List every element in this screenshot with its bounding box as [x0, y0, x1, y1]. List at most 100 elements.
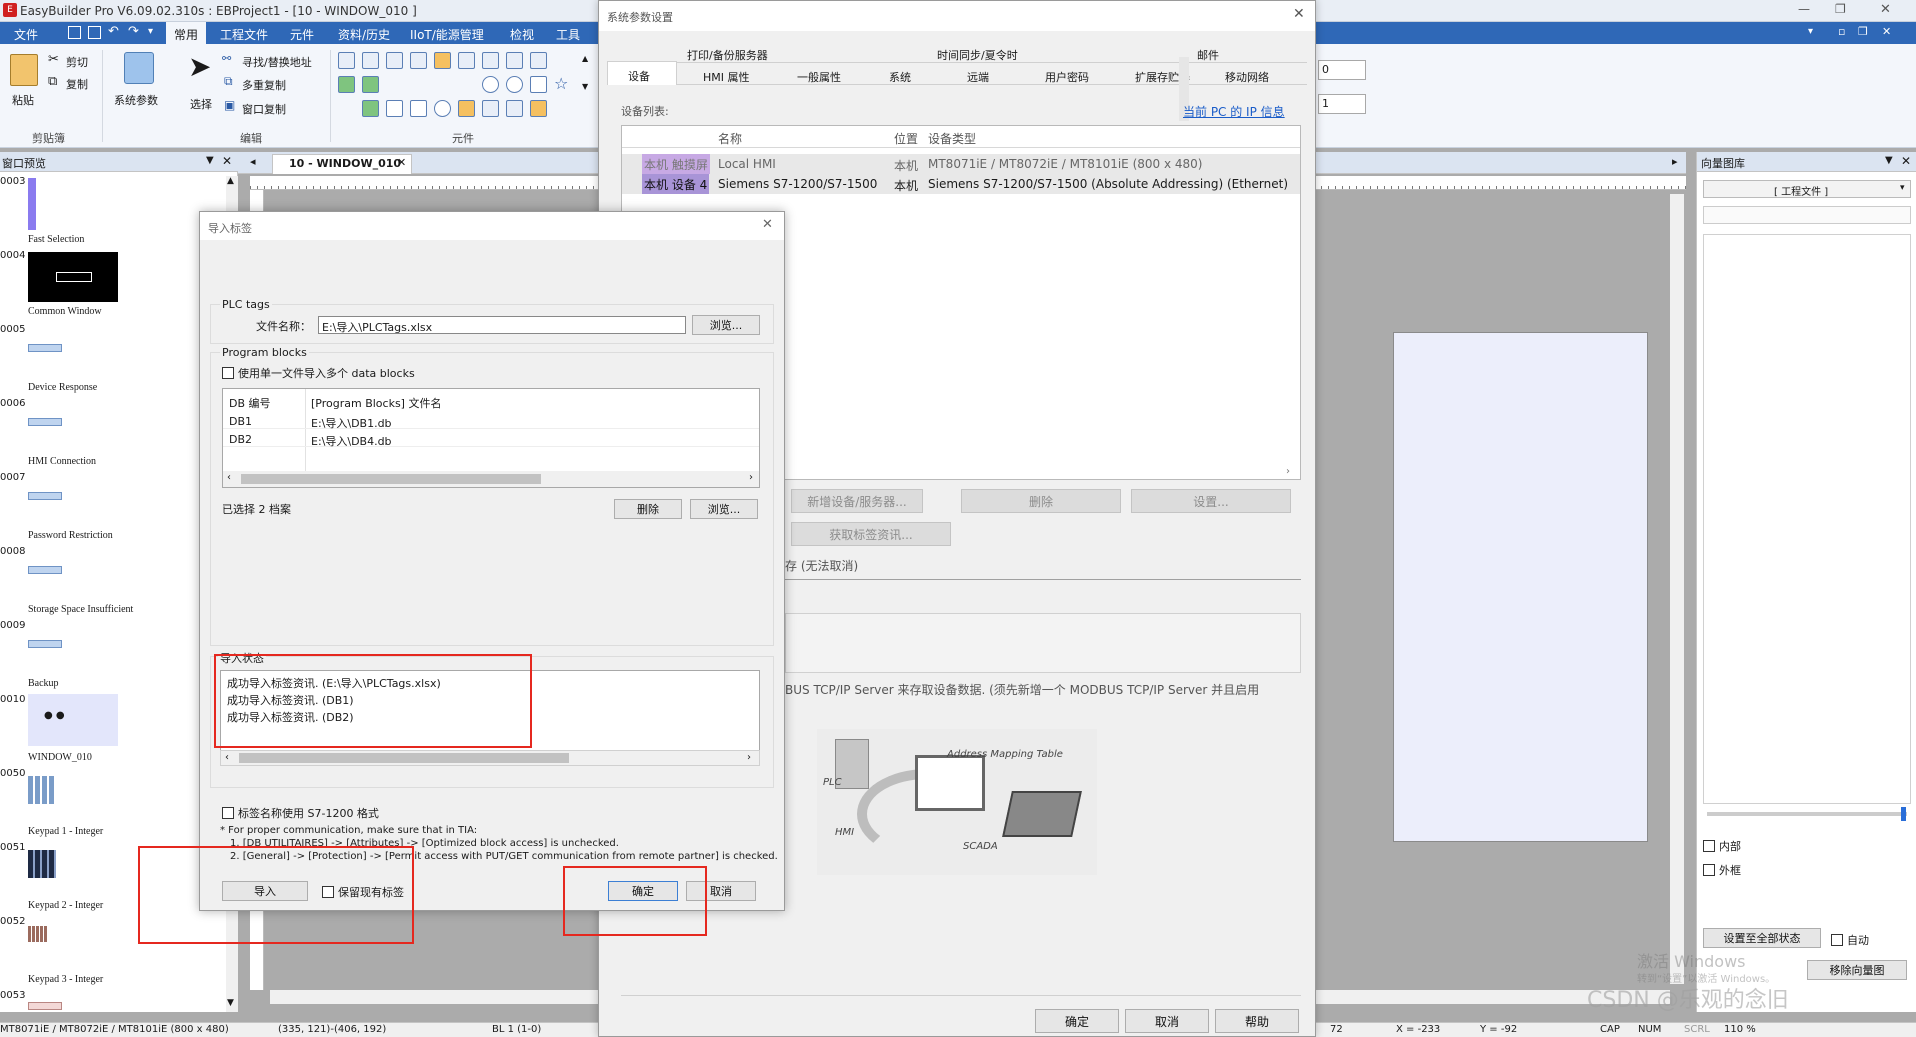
polyline-icon[interactable] [410, 76, 427, 93]
column-location[interactable]: 位置 [894, 130, 918, 147]
quick-access-dropdown-icon[interactable]: ▾ [148, 26, 153, 37]
numeric-keypad-icon[interactable] [506, 100, 523, 117]
remove-vector-button[interactable]: 移除向量图 [1807, 960, 1907, 980]
tab-close-icon[interactable]: ✕ [397, 156, 406, 169]
outer-checkbox[interactable]: 外框 [1703, 862, 1741, 878]
restore-button[interactable]: ❐ [1835, 2, 1855, 18]
menu-tools[interactable]: 工具 [556, 26, 580, 43]
editor-canvas-window[interactable] [1393, 332, 1648, 842]
library-source-dropdown[interactable]: [ 工程文件 ] ▾ [1703, 180, 1911, 198]
preview-item[interactable]: 0003 Fast Selection [0, 176, 222, 248]
s7-1200-format-checkbox-box[interactable] [222, 807, 234, 819]
menu-data-history[interactable]: 资料/历史 [338, 26, 390, 43]
option-list-icon[interactable] [482, 52, 499, 69]
tab-print-backup-server[interactable]: 打印/备份服务器 [687, 47, 768, 63]
preview-item[interactable]: 0007 Password Restriction [0, 472, 222, 544]
find-replace-label[interactable]: 寻找/替换地址 [242, 54, 312, 70]
library-zoom-slider[interactable] [1707, 807, 1907, 821]
property-spin-2[interactable]: 1 [1318, 94, 1366, 114]
tab-time-sync[interactable]: 时间同步/夏令时 [937, 47, 1018, 63]
picture-icon[interactable] [362, 100, 379, 117]
scroll-thumb[interactable] [239, 753, 569, 763]
undo-icon[interactable]: ↶ [108, 24, 119, 39]
frame-icon[interactable] [386, 100, 403, 117]
browse-plc-tags-button[interactable]: 浏览... [692, 315, 760, 335]
tab-mail[interactable]: 邮件 [1197, 47, 1219, 63]
panel-close-icon[interactable]: ✕ [1901, 154, 1911, 168]
property-spin-2-value[interactable]: 1 [1322, 97, 1329, 110]
tab-device[interactable]: 设备 [607, 61, 677, 85]
preview-item[interactable]: 0009 Backup [0, 620, 222, 692]
scroll-down-icon[interactable]: ▼ [227, 998, 234, 1008]
set-word-icon[interactable] [410, 52, 427, 69]
panel-dropdown-icon[interactable]: ▼ [1885, 155, 1893, 166]
filename-field[interactable]: E:\导入\PLCTags.xlsx [318, 316, 686, 334]
auto-checkbox-box[interactable] [1831, 934, 1843, 946]
paste-label[interactable]: 粘贴 [12, 92, 34, 108]
property-spin-1[interactable]: 0 [1318, 60, 1366, 80]
multi-copy-label[interactable]: 多重复制 [242, 77, 286, 93]
set-bit-icon[interactable] [386, 52, 403, 69]
minimize-button[interactable]: — [1798, 2, 1818, 18]
tab-scroll-right-icon[interactable]: ▸ [1672, 155, 1678, 168]
table-row[interactable]: DB2 E:\导入\DB4.db [223, 431, 759, 448]
sysdlg-ok-button[interactable]: 确定 [1035, 1009, 1119, 1033]
meter-icon[interactable] [458, 100, 475, 117]
preview-item[interactable]: 0004 Common Window [0, 250, 222, 322]
db-table-hscrollbar[interactable]: ‹ › [223, 471, 759, 487]
cut-label[interactable]: 剪切 [66, 54, 88, 70]
toggle-switch-icon[interactable] [434, 52, 451, 69]
ascii-icon[interactable] [362, 76, 379, 93]
table-scroll-right-icon[interactable]: › [1286, 466, 1290, 477]
select-label[interactable]: 选择 [190, 96, 212, 112]
scroll-left-icon[interactable]: ‹ [227, 472, 231, 483]
ribbon-scroll-up-icon[interactable]: ▲ [582, 54, 588, 63]
window-copy-icon[interactable]: ▣ [224, 98, 235, 112]
line-icon[interactable] [386, 76, 403, 93]
delete-block-button[interactable]: 删除 [614, 499, 682, 519]
slider-thumb[interactable] [1901, 807, 1906, 821]
sysdlg-close-icon[interactable]: ✕ [1293, 6, 1305, 22]
tab-hmi-properties[interactable]: HMI 属性 [703, 69, 750, 85]
tab-window-010[interactable]: 10 - WINDOW_010 ✕ [272, 154, 412, 174]
window-copy-label[interactable]: 窗口复制 [242, 101, 286, 117]
grid-icon[interactable] [410, 100, 427, 117]
table-row[interactable]: 本机 触摸屏 Local HMI 本机 MT8071iE / MT8072iE … [622, 154, 1300, 174]
column-name[interactable]: 名称 [718, 130, 742, 147]
keypad-icon[interactable] [482, 100, 499, 117]
tab-user-password[interactable]: 用户密码 [1045, 69, 1089, 85]
multi-copy-icon[interactable]: ⧉ [224, 74, 233, 89]
menu-view[interactable]: 检视 [510, 26, 534, 43]
auto-checkbox[interactable]: 自动 [1831, 932, 1869, 948]
pie-icon[interactable] [506, 76, 523, 93]
get-tag-info-button[interactable]: 获取标签资讯... [791, 522, 951, 546]
cut-icon[interactable]: ✂ [48, 52, 59, 67]
shapes-library-icon[interactable] [530, 100, 547, 117]
inner-checkbox[interactable]: 内部 [1703, 838, 1741, 854]
table-icon[interactable] [530, 52, 547, 69]
mdi-close-button[interactable]: ✕ [1882, 25, 1891, 38]
apply-all-states-button[interactable]: 设置至全部状态 [1703, 928, 1821, 948]
single-file-checkbox-box[interactable] [222, 367, 234, 379]
mdi-minimize-button[interactable]: ▫ [1838, 25, 1845, 38]
device-settings-button[interactable]: 设置... [1131, 489, 1291, 513]
word-lamp-icon[interactable] [362, 52, 379, 69]
save-icon[interactable] [68, 26, 81, 39]
close-app-button[interactable]: ✕ [1880, 2, 1900, 18]
sysdlg-help-button[interactable]: 帮助 [1215, 1009, 1299, 1033]
preview-item[interactable]: 0053 [0, 990, 222, 1010]
system-parameters-icon[interactable] [124, 52, 154, 84]
preview-item[interactable]: 0008 Storage Space Insufficient [0, 546, 222, 618]
delete-device-button[interactable]: 删除 [961, 489, 1121, 513]
star-icon[interactable]: ☆ [554, 76, 571, 93]
scroll-right-icon[interactable]: › [749, 472, 753, 483]
slide-switch-icon[interactable] [506, 52, 523, 69]
tab-mobile-network[interactable]: 移动网络 [1225, 69, 1269, 85]
tab-scroll-left-icon[interactable]: ◂ [250, 155, 256, 168]
library-search-field[interactable] [1703, 206, 1911, 224]
copy-label[interactable]: 复制 [66, 76, 88, 92]
copy-icon[interactable]: ⧉ [48, 74, 57, 89]
scale-icon[interactable] [338, 100, 355, 117]
property-spin-1-value[interactable]: 0 [1322, 63, 1329, 76]
bulb-icon[interactable] [434, 100, 451, 117]
